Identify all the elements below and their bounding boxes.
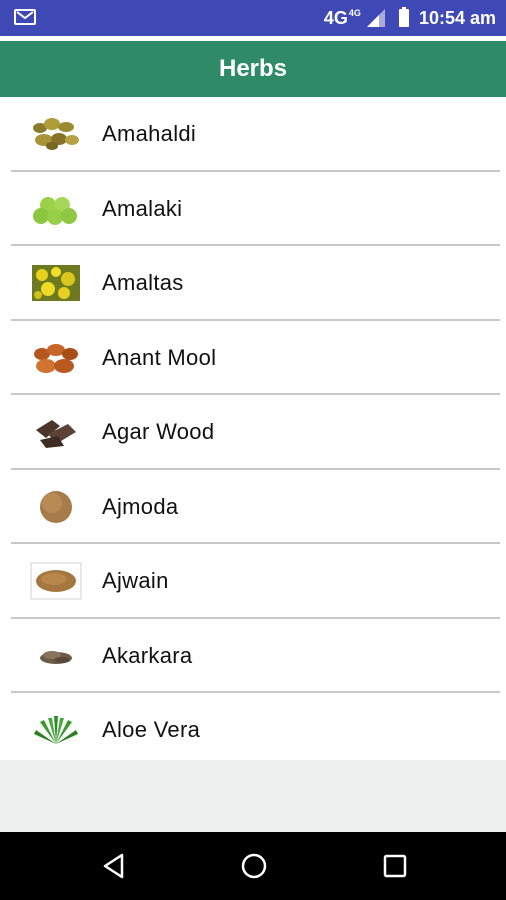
home-icon[interactable] [239,851,269,881]
network-type: 4G [323,7,348,28]
herb-name: Aloe Vera [102,717,201,743]
list-item-anant-mool[interactable]: Anant Mool [0,321,506,395]
herb-name: Amaltas [102,270,184,296]
status-right-group: 4G 4G 10:54 am [324,6,496,30]
herb-name: Ajmoda [102,493,179,519]
back-icon[interactable] [100,851,130,881]
herb-name: Ajwain [102,568,169,594]
signal-strength-icon [366,9,385,27]
ajwain-thumbnail-icon [30,561,82,601]
list-item-akarkara[interactable]: Akarkara [0,619,506,693]
list-bottom-area [0,760,506,832]
list-item-amahaldi[interactable]: Amahaldi [0,97,506,172]
herb-list[interactable]: Amahaldi Amalaki Amaltas Anant Mool Agar… [0,97,506,760]
status-bar: 4G 4G 10:54 am [0,0,506,36]
list-item-amalaki[interactable]: Amalaki [0,172,506,246]
recent-apps-icon[interactable] [380,851,410,881]
list-item-amaltas[interactable]: Amaltas [0,246,506,321]
herb-name: Akarkara [102,642,193,668]
akarkara-thumbnail-icon [30,636,82,676]
page-title: Herbs [218,55,288,82]
agar-wood-thumbnail-icon [30,412,82,452]
list-item-ajmoda[interactable]: Ajmoda [0,470,506,544]
herb-name: Amahaldi [102,121,197,147]
herb-name: Agar Wood [102,419,215,445]
clock: 10:54 am [418,7,496,28]
network-type-secondary: 4G [348,7,361,18]
amalaki-thumbnail-icon [30,189,82,229]
ajmoda-thumbnail-icon [30,487,82,527]
list-item-agar-wood[interactable]: Agar Wood [0,395,506,470]
amaltas-thumbnail-icon [30,263,82,303]
list-item-ajwain[interactable]: Ajwain [0,544,506,619]
battery-icon [398,7,409,27]
network-indicator: 4G 4G [324,8,361,29]
gmail-notification-icon [14,9,36,25]
amahaldi-thumbnail-icon [30,114,82,154]
aloe-vera-thumbnail-icon [30,710,82,750]
herb-name: Amalaki [102,195,183,221]
system-navigation-bar [0,832,506,900]
herb-name: Anant Mool [102,344,217,370]
list-item-aloe-vera[interactable]: Aloe Vera [0,693,506,760]
anant-mool-thumbnail-icon [30,338,82,378]
app-bar: Herbs [0,41,506,97]
